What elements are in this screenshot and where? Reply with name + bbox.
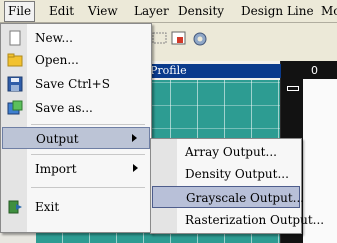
- menu-item-array-output[interactable]: Array Output...: [152, 141, 300, 163]
- menu-item-exit[interactable]: Exit: [2, 196, 150, 218]
- menu-item-open[interactable]: Open...: [2, 49, 150, 71]
- menu-item-label: Output: [36, 132, 79, 146]
- submenu-arrow-icon: [133, 164, 138, 172]
- menu-item-label: Rasterization Output...: [185, 213, 325, 227]
- menu-edit[interactable]: Edit: [46, 4, 77, 19]
- menu-item-label: Array Output...: [185, 145, 277, 159]
- menu-item-save[interactable]: Save Ctrl+S: [2, 73, 150, 95]
- menu-view[interactable]: View: [85, 4, 121, 19]
- menu-bar: File Edit View Layer Density Design Line…: [0, 0, 337, 23]
- menu-item-import[interactable]: Import: [2, 158, 150, 180]
- menu-item-label: Exit: [35, 200, 60, 214]
- menu-item-label: Grayscale Output...: [186, 191, 305, 205]
- menu-file[interactable]: File: [4, 1, 36, 22]
- new-file-icon: [9, 30, 21, 46]
- menu-separator: [31, 187, 145, 188]
- menu-item-new[interactable]: New...: [2, 27, 150, 49]
- menu-item-output[interactable]: Output: [2, 127, 150, 149]
- minimize-bar-icon[interactable]: [287, 86, 299, 91]
- menu-separator: [31, 154, 145, 155]
- menu-layer[interactable]: Layer: [131, 4, 172, 19]
- floppy-save-icon: [7, 76, 23, 92]
- menu-item-save-as[interactable]: Save as...: [2, 97, 150, 119]
- folder-open-icon: [7, 53, 23, 67]
- menu-item-label: Open...: [35, 53, 79, 67]
- output-submenu: Array Output... Density Output... Graysc…: [150, 138, 324, 234]
- menu-design-line[interactable]: Design Line: [238, 4, 317, 19]
- select-rect-icon[interactable]: [152, 31, 168, 45]
- menu-separator: [31, 124, 145, 125]
- menu-more[interactable]: Mo: [318, 4, 337, 19]
- profile-panel-title: Profile: [148, 64, 282, 78]
- menu-item-label: Density Output...: [185, 167, 289, 181]
- menu-item-label: Save as...: [35, 101, 93, 115]
- menu-density[interactable]: Density: [175, 4, 227, 19]
- file-menu: New... Open... Save Ctrl+S Save as... Ou…: [0, 23, 152, 233]
- menu-item-rasterization-output[interactable]: Rasterization Output...: [152, 209, 324, 231]
- menu-item-grayscale-output[interactable]: Grayscale Output...: [152, 186, 304, 208]
- delete-rect-icon[interactable]: [171, 31, 187, 45]
- menu-item-label: New...: [35, 31, 73, 45]
- preview-panel-title: 0: [311, 64, 318, 77]
- menu-item-density-output[interactable]: Density Output...: [152, 163, 300, 185]
- exit-icon: [8, 200, 22, 214]
- gear-icon[interactable]: [192, 31, 208, 47]
- menu-item-label: Save Ctrl+S: [35, 77, 110, 91]
- save-as-icon: [7, 100, 23, 115]
- submenu-arrow-icon: [132, 134, 137, 142]
- menu-item-label: Import: [35, 162, 77, 176]
